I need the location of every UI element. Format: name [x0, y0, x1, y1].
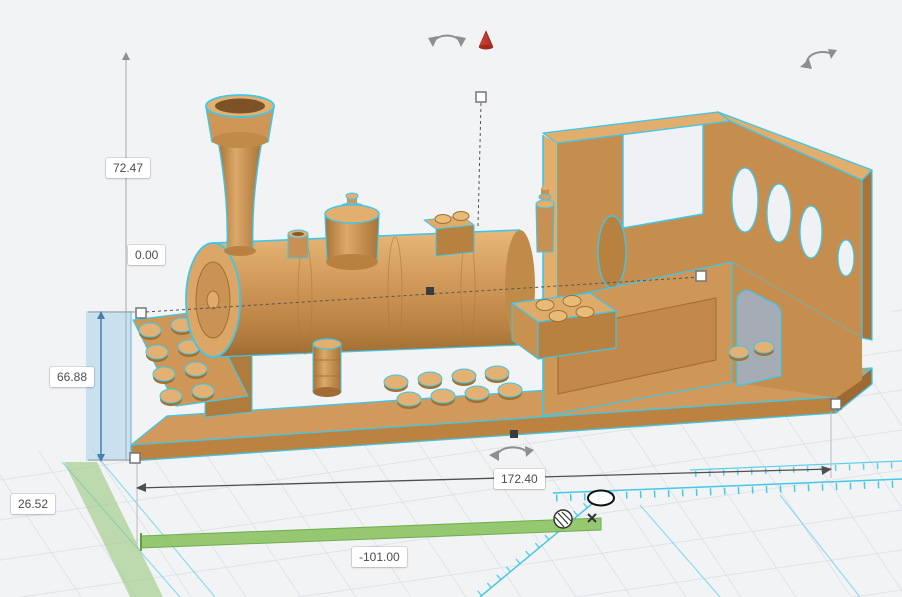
rotate-handle-right[interactable]	[800, 49, 837, 69]
ruler-origin[interactable]	[588, 491, 614, 506]
dimension-label-side-offset[interactable]: 26.52	[11, 494, 55, 514]
barrel	[313, 339, 341, 397]
cab	[543, 112, 872, 416]
smokestack	[206, 95, 274, 256]
scale-handle-left[interactable]	[136, 308, 146, 318]
midpoint-handle-center[interactable]	[426, 287, 434, 295]
side-height-dimension	[86, 311, 138, 462]
scale-handle-front-right[interactable]	[831, 399, 841, 409]
steam-dome	[325, 193, 379, 270]
dimension-label-height-top[interactable]: 72.47	[106, 158, 150, 178]
raise-cone-handle[interactable]	[479, 31, 493, 50]
viewport-3d[interactable]: 72.47 0.00 66.88 26.52 172.40 -101.00	[0, 0, 902, 597]
scale-handle-top[interactable]	[476, 92, 486, 102]
rotate-handle-top[interactable]	[428, 35, 466, 47]
scale-handle-front-left[interactable]	[130, 453, 140, 463]
small-chimney	[288, 230, 308, 258]
dimension-label-side-height[interactable]: 66.88	[50, 367, 94, 387]
coal-box	[512, 293, 616, 359]
dimension-label-length[interactable]: 172.40	[494, 469, 545, 489]
scale-handle-right[interactable]	[696, 271, 706, 281]
dimension-label-height-base[interactable]: 0.00	[128, 245, 165, 265]
side-offset-band	[64, 462, 163, 597]
midpoint-handle-front[interactable]	[510, 430, 518, 438]
ruler-grip-icon[interactable]	[554, 510, 572, 528]
train-model[interactable]	[131, 95, 872, 461]
dimension-label-position[interactable]: -101.00	[352, 547, 407, 567]
